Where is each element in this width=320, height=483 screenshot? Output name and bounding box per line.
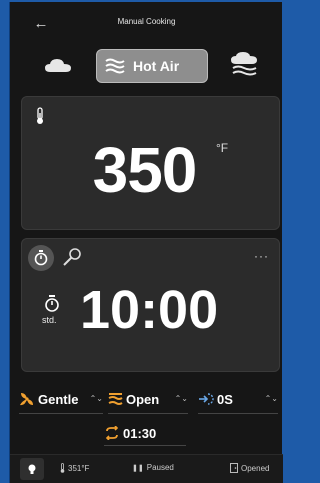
- header: ← Manual Cooking: [10, 10, 283, 38]
- timer-value: 10:00: [80, 280, 219, 340]
- divider: [108, 413, 188, 414]
- pause-icon: ❚❚: [132, 464, 144, 472]
- chevron-updown-icon: ⌃⌄: [174, 394, 188, 403]
- thermometer-small-icon: [60, 463, 65, 473]
- stopwatch-icon: [34, 250, 48, 266]
- hot-air-label: Hot Air: [133, 58, 180, 74]
- door-icon: [230, 463, 238, 473]
- delay-mode-value: 0S: [217, 391, 233, 407]
- stopwatch-small-icon: [45, 295, 59, 312]
- settings-row: Gentle ⌃⌄ Open ⌃⌄ 0S ⌃⌄: [10, 388, 283, 414]
- mode-selector: Hot Air: [10, 46, 283, 86]
- temperature-card[interactable]: 350 °F: [21, 96, 280, 230]
- delay-time-field[interactable]: 01:30: [104, 422, 186, 444]
- temperature-value: 350: [92, 134, 198, 206]
- divider: [104, 445, 186, 446]
- vent-icon: [108, 393, 123, 405]
- delay-start-icon: [199, 393, 214, 405]
- hot-air-mode-button[interactable]: Hot Air: [96, 49, 208, 83]
- timer-mode-button[interactable]: [28, 245, 54, 271]
- cloud-icon[interactable]: [44, 56, 72, 74]
- vent-dropdown[interactable]: Open ⌃⌄: [108, 388, 188, 410]
- divider: [19, 413, 103, 414]
- divider: [198, 413, 278, 414]
- timer-mode-label: std.: [42, 315, 57, 325]
- current-temp-value: 351°F: [68, 463, 90, 473]
- page-title: Manual Cooking: [117, 17, 176, 26]
- repeat-icon: [105, 426, 119, 440]
- chevron-updown-icon: ⌃⌄: [264, 394, 278, 403]
- timer-card[interactable]: ··· std. 10:00: [21, 238, 280, 372]
- oven-screen: ← Manual Cooking Hot Air 350 °F ··· std.…: [9, 2, 283, 483]
- chevron-updown-icon: ⌃⌄: [89, 394, 103, 403]
- fan-speed-dropdown[interactable]: Gentle ⌃⌄: [19, 388, 103, 410]
- thermometer-icon: [37, 107, 43, 124]
- fan-speed-value: Gentle: [38, 391, 79, 407]
- steam-cloud-icon[interactable]: [230, 52, 258, 78]
- current-temp-status: 351°F: [60, 463, 89, 473]
- status-bar: 351°F ❚❚ Paused Opened: [10, 454, 283, 483]
- delay-time-value: 01:30: [123, 425, 157, 441]
- more-options-button[interactable]: ···: [254, 249, 269, 263]
- hot-air-waves-icon: [105, 58, 125, 74]
- door-status: Opened: [230, 463, 269, 473]
- door-status-value: Opened: [241, 463, 270, 473]
- probe-icon[interactable]: [62, 247, 82, 267]
- vent-value: Open: [126, 391, 160, 407]
- delay-mode-dropdown[interactable]: 0S ⌃⌄: [198, 388, 278, 410]
- temperature-unit: °F: [216, 141, 229, 155]
- fan-icon: [20, 393, 33, 406]
- oven-light-button[interactable]: [20, 458, 44, 480]
- oven-state-value: Paused: [146, 463, 174, 472]
- oven-state-status: ❚❚ Paused: [132, 463, 174, 472]
- light-bulb-icon: [28, 464, 36, 474]
